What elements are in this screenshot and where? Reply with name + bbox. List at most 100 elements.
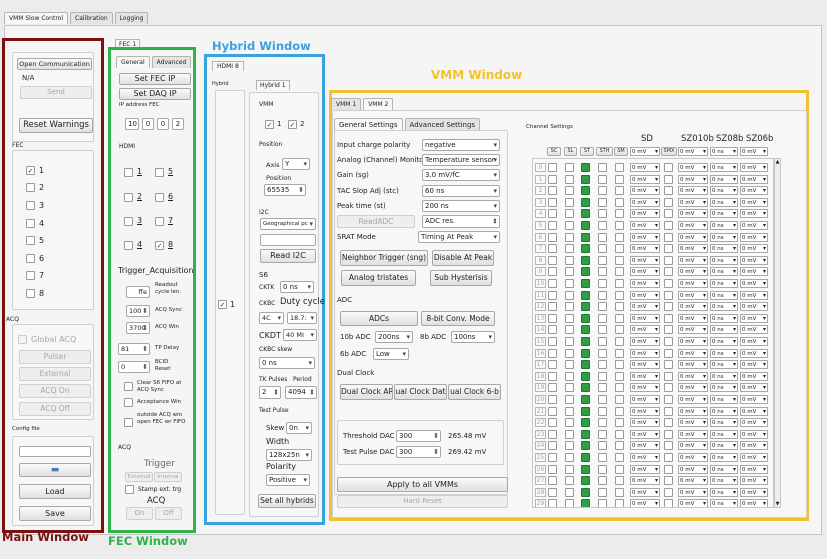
channel-sz010b-combo[interactable]: 0 mV (678, 197, 708, 207)
ckbc-combo[interactable]: 4C (259, 312, 284, 324)
channel-checkbox[interactable] (581, 429, 590, 439)
channel-sz06b-combo[interactable]: 0 mV (740, 406, 768, 416)
acq-on-button[interactable]: ACQ On (19, 384, 91, 398)
tab-calibration[interactable]: Calibration (70, 12, 113, 24)
channel-checkbox[interactable] (548, 209, 557, 219)
channel-sz06b-combo[interactable]: 0 mV (740, 499, 768, 507)
channel-checkbox[interactable] (598, 267, 607, 277)
width-combo[interactable]: 128x25n (266, 449, 312, 461)
channel-sd-combo[interactable]: 0 mV (630, 267, 660, 277)
apply-to-all-vmms-button[interactable]: Apply to all VMMs (337, 477, 508, 492)
fec-checkbox-2[interactable] (26, 183, 35, 192)
channel-checkbox[interactable] (548, 325, 557, 335)
channel-smx-checkbox[interactable] (664, 360, 673, 370)
channel-sd-combo[interactable]: 0 mV (630, 163, 660, 172)
channel-checkbox[interactable] (581, 383, 590, 393)
channel-sz08b-combo[interactable]: 0 ns (710, 395, 738, 404)
channel-checkbox[interactable] (581, 279, 590, 288)
channel-smx-checkbox[interactable] (664, 348, 673, 358)
channel-smx-checkbox[interactable] (664, 441, 673, 451)
channel-sz010b-combo[interactable]: 0 mV (678, 313, 708, 323)
channel-checkbox[interactable] (615, 487, 624, 497)
acq-win-spin[interactable]: 370C (126, 322, 150, 334)
channel-checkbox[interactable] (598, 464, 607, 474)
fec-checkbox-3[interactable] (26, 201, 35, 210)
fec-checkbox-8[interactable] (26, 289, 35, 298)
channel-checkbox[interactable] (548, 174, 557, 184)
channel-smx-checkbox[interactable] (664, 464, 673, 474)
channel-sz06b-combo[interactable]: 0 mV (740, 464, 768, 474)
channel-sz06b-combo[interactable]: 0 mV (740, 325, 768, 335)
set-all-hybrids-button[interactable]: Set all hybrids (258, 494, 316, 508)
channel-checkbox[interactable] (581, 348, 590, 358)
channel-checkbox[interactable] (565, 197, 574, 207)
channel-sz08b-combo[interactable]: 0 ns (710, 197, 738, 207)
channel-smx-checkbox[interactable] (664, 244, 673, 254)
acceptance-win-checkbox[interactable] (124, 398, 133, 407)
set-daq-ip-button[interactable]: Set DAQ IP (119, 88, 191, 100)
channel-smx-checkbox[interactable] (664, 174, 673, 184)
channel-sd-combo[interactable]: 0 mV (630, 255, 660, 265)
channel-smx-checkbox[interactable] (664, 221, 673, 230)
stamp-ext-trg-checkbox[interactable] (125, 485, 134, 494)
channel-sd-combo[interactable]: 0 mV (630, 418, 660, 428)
channel-checkbox[interactable] (598, 429, 607, 439)
ckbc-skew-combo[interactable]: 0 ns (259, 357, 315, 369)
channel-sz010b-combo[interactable]: 0 mV (678, 174, 708, 184)
channel-checkbox[interactable] (565, 313, 574, 323)
channel-smx-checkbox[interactable] (664, 325, 673, 335)
channel-smx-checkbox[interactable] (664, 499, 673, 507)
channel-checkbox[interactable] (598, 186, 607, 196)
channel-sz06b-combo[interactable]: 0 mV (740, 163, 768, 172)
channel-checkbox[interactable] (581, 255, 590, 265)
channel-checkbox[interactable] (565, 487, 574, 497)
channel-sz010b-combo[interactable]: 0 mV (678, 255, 708, 265)
channel-checkbox[interactable] (615, 290, 624, 300)
dual-clock-data-button[interactable]: ual Clock Dat (394, 384, 447, 400)
channel-checkbox[interactable] (565, 464, 574, 474)
fec-checkbox-7[interactable] (26, 271, 35, 280)
input-polarity-combo[interactable]: negative (422, 139, 500, 151)
channel-sz010b-combo[interactable]: 0 mV (678, 325, 708, 335)
channel-sz08b-combo[interactable]: 0 ns (710, 174, 738, 184)
set-fec-ip-button[interactable]: Set FEC IP (119, 73, 191, 85)
hdmi-checkbox-3[interactable] (124, 217, 133, 226)
sub-hysterisis-button[interactable]: Sub Hysterisis (430, 270, 492, 286)
channel-checkbox[interactable] (615, 406, 624, 416)
channel-checkbox[interactable] (548, 476, 557, 486)
fec-checkbox-6[interactable] (26, 254, 35, 263)
channel-sz010b-combo[interactable]: 0 mV (678, 441, 708, 451)
channel-sz06b-combo[interactable]: 0 mV (740, 302, 768, 312)
analog-tristates-button[interactable]: Analog tristates (341, 270, 416, 286)
channel-smx-checkbox[interactable] (664, 371, 673, 381)
disable-at-peak-button[interactable]: Disable At Peak (432, 250, 494, 266)
channel-sz08b-combo[interactable]: 0 ns (710, 371, 738, 381)
channel-checkbox[interactable] (615, 174, 624, 184)
channel-checkbox[interactable] (598, 313, 607, 323)
channel-checkbox[interactable] (565, 371, 574, 381)
channel-sz010b-combo[interactable]: 0 mV (678, 221, 708, 230)
channel-checkbox[interactable] (615, 313, 624, 323)
channel-checkbox[interactable] (615, 244, 624, 254)
channel-sz010b-combo[interactable]: 0 mV (678, 337, 708, 346)
channel-checkbox[interactable] (548, 371, 557, 381)
channel-smx-checkbox[interactable] (664, 395, 673, 404)
channel-sz08b-combo[interactable]: 0 ns (710, 232, 738, 242)
channel-checkbox[interactable] (581, 221, 590, 230)
fec-checkbox-1[interactable]: ✓ (26, 166, 35, 175)
dual-clock-art-button[interactable]: Dual Clock AR (340, 384, 393, 400)
ip-octet-3[interactable]: 0 (157, 118, 169, 130)
channel-smx-checkbox[interactable] (664, 476, 673, 486)
channel-sd-combo[interactable]: 0 mV (630, 279, 660, 288)
channel-checkbox[interactable] (548, 383, 557, 393)
header-sd-combo[interactable]: 0 mV (630, 147, 660, 156)
channel-checkbox[interactable] (565, 221, 574, 230)
channel-checkbox[interactable] (548, 221, 557, 230)
tab-vmm-slow-control[interactable]: VMM Slow Control (4, 12, 69, 24)
channel-sz06b-combo[interactable]: 0 mV (740, 441, 768, 451)
channel-checkbox[interactable] (598, 476, 607, 486)
duty-cycle-combo[interactable]: 18.7: (287, 312, 317, 324)
channel-sz06b-combo[interactable]: 0 mV (740, 186, 768, 196)
channel-sd-combo[interactable]: 0 mV (630, 302, 660, 312)
channel-checkbox[interactable] (565, 186, 574, 196)
